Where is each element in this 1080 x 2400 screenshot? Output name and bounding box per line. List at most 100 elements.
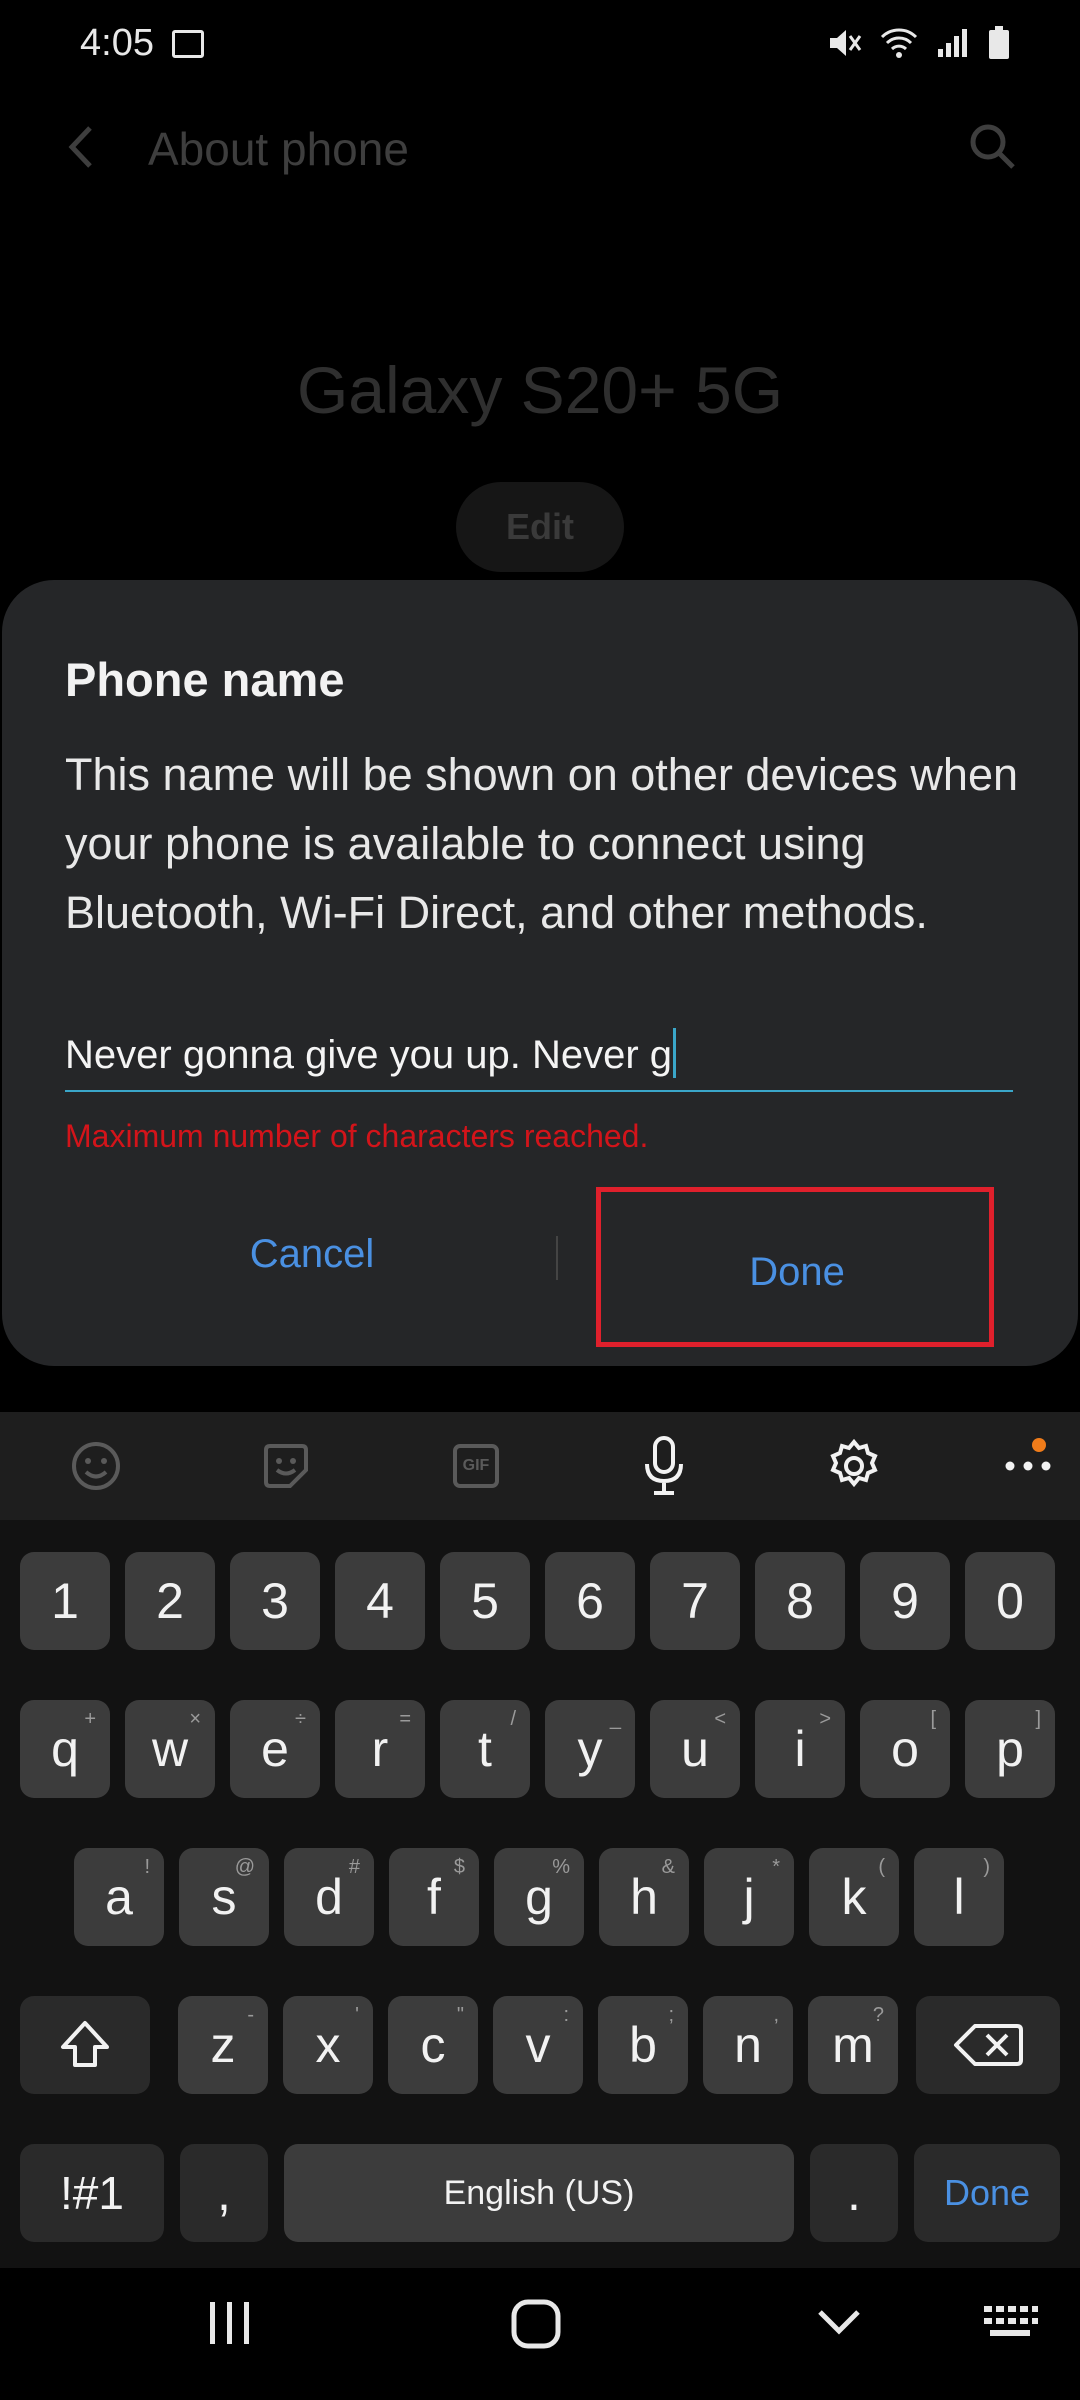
- keyboard-done-key-label: Done: [943, 2172, 1031, 2213]
- key-i[interactable]: i >: [755, 1700, 845, 1798]
- key-x[interactable]: x ': [283, 1996, 373, 2094]
- keyboard-switch-icon[interactable]: [980, 2298, 1040, 2348]
- key-0[interactable]: 0: [965, 1552, 1055, 1650]
- notification-dot: [1032, 1438, 1046, 1452]
- key-e-label: e: [261, 1721, 289, 1777]
- key-h[interactable]: h &: [599, 1848, 689, 1946]
- key-c-secondary: ": [456, 2004, 464, 2026]
- key-4-label: 4: [366, 1573, 394, 1629]
- key-g-label: g: [525, 1869, 553, 1925]
- key-1[interactable]: 1: [20, 1552, 110, 1650]
- shift-key[interactable]: [20, 1996, 150, 2094]
- key-a-label: a: [105, 1869, 133, 1925]
- text-cursor: [673, 1028, 677, 1078]
- key-p-label: p: [996, 1721, 1024, 1777]
- key-l[interactable]: l): [914, 1848, 1004, 1946]
- comma-key[interactable]: ,: [180, 2144, 268, 2242]
- key-9[interactable]: 9: [860, 1552, 950, 1650]
- navigation-bar: [0, 2268, 1080, 2400]
- key-c[interactable]: c ": [388, 1996, 478, 2094]
- key-l-label: l: [953, 1869, 965, 1925]
- phone-name-input[interactable]: Never gonna give you up. Never g: [65, 1028, 1013, 1092]
- space-bar-label: English (US): [443, 2173, 635, 2212]
- key-f[interactable]: f $: [389, 1848, 479, 1946]
- key-o[interactable]: o[: [860, 1700, 950, 1798]
- key-v[interactable]: v:: [493, 1996, 583, 2094]
- key-g[interactable]: g%: [494, 1848, 584, 1946]
- key-e[interactable]: e ÷: [230, 1700, 320, 1798]
- key-n[interactable]: n,: [703, 1996, 793, 2094]
- key-q[interactable]: q +: [20, 1700, 110, 1798]
- symbols-key[interactable]: !#1: [20, 2144, 164, 2242]
- key-n-secondary: ,: [773, 2004, 779, 2026]
- key-j-label: j: [743, 1869, 755, 1925]
- hide-keyboard-icon[interactable]: [814, 2298, 864, 2348]
- keyboard: GIF 1 2 3 4 5 6 7 8 9 0 q + w × e ÷ r = t / y _ u < i > o[p] a! s @ d #…: [0, 1412, 1080, 2268]
- key-d-label: d: [315, 1869, 343, 1925]
- key-8-label: 8: [786, 1573, 814, 1629]
- key-s[interactable]: s @: [179, 1848, 269, 1946]
- key-t-label: t: [478, 1721, 492, 1777]
- cancel-button[interactable]: Cancel: [122, 1192, 502, 1316]
- key-h-label: h: [630, 1869, 658, 1925]
- key-i-label: i: [794, 1721, 806, 1777]
- key-b-label: b: [629, 2017, 657, 2073]
- key-7[interactable]: 7: [650, 1552, 740, 1650]
- key-5[interactable]: 5: [440, 1552, 530, 1650]
- period-key[interactable]: .: [810, 2144, 898, 2242]
- key-0-label: 0: [996, 1573, 1024, 1629]
- key-s-secondary: @: [234, 1856, 255, 1878]
- back-arrow-icon[interactable]: [62, 122, 102, 172]
- gif-icon[interactable]: GIF: [448, 1438, 504, 1494]
- key-b[interactable]: b;: [598, 1996, 688, 2094]
- keyboard-done-key[interactable]: Done: [914, 2144, 1060, 2242]
- edit-button[interactable]: Edit: [456, 482, 624, 572]
- key-k-secondary: (: [878, 1856, 885, 1878]
- key-z[interactable]: z-: [178, 1996, 268, 2094]
- key-r-label: r: [371, 1721, 389, 1777]
- key-t[interactable]: t /: [440, 1700, 530, 1798]
- key-y[interactable]: y _: [545, 1700, 635, 1798]
- microphone-icon[interactable]: [636, 1436, 692, 1495]
- key-w[interactable]: w ×: [125, 1700, 215, 1798]
- key-k[interactable]: k(: [809, 1848, 899, 1946]
- backspace-icon: [954, 2024, 1023, 2066]
- key-r[interactable]: r =: [335, 1700, 425, 1798]
- recents-icon[interactable]: [206, 2298, 254, 2348]
- search-icon[interactable]: [966, 120, 1020, 174]
- backspace-key[interactable]: [916, 1996, 1060, 2094]
- emoji-icon[interactable]: [68, 1438, 124, 1494]
- device-name: Galaxy S20+ 5G: [296, 353, 784, 427]
- key-u-secondary: <: [714, 1708, 726, 1730]
- key-6[interactable]: 6: [545, 1552, 635, 1650]
- key-u[interactable]: u <: [650, 1700, 740, 1798]
- key-4[interactable]: 4: [335, 1552, 425, 1650]
- key-g-secondary: %: [552, 1856, 570, 1878]
- key-p[interactable]: p]: [965, 1700, 1055, 1798]
- more-icon[interactable]: [1000, 1438, 1056, 1494]
- key-2[interactable]: 2: [125, 1552, 215, 1650]
- gif-label: GIF: [462, 1457, 490, 1474]
- key-c-label: c: [420, 2017, 446, 2073]
- sticker-icon[interactable]: [258, 1438, 314, 1494]
- key-j[interactable]: j *: [704, 1848, 794, 1946]
- key-3[interactable]: 3: [230, 1552, 320, 1650]
- key-i-secondary: >: [819, 1708, 831, 1730]
- home-icon[interactable]: [508, 2298, 568, 2350]
- done-highlight-box: [596, 1187, 994, 1347]
- key-h-secondary: &: [661, 1856, 675, 1878]
- key-y-label: y: [577, 1721, 603, 1777]
- space-bar[interactable]: English (US): [284, 2144, 794, 2242]
- key-m[interactable]: m?: [808, 1996, 898, 2094]
- dialog-message: This name will be shown on other devices…: [65, 749, 1018, 938]
- key-z-label: z: [210, 2017, 236, 2073]
- key-j-secondary: *: [772, 1856, 780, 1878]
- key-a[interactable]: a!: [74, 1848, 164, 1946]
- key-5-label: 5: [471, 1573, 499, 1629]
- shift-icon: [61, 2021, 109, 2067]
- key-8[interactable]: 8: [755, 1552, 845, 1650]
- error-message: Maximum number of characters reached.: [65, 1118, 649, 1154]
- key-d[interactable]: d #: [284, 1848, 374, 1946]
- settings-icon[interactable]: [826, 1438, 882, 1494]
- keyboard-toolbar: GIF: [0, 1412, 1080, 1520]
